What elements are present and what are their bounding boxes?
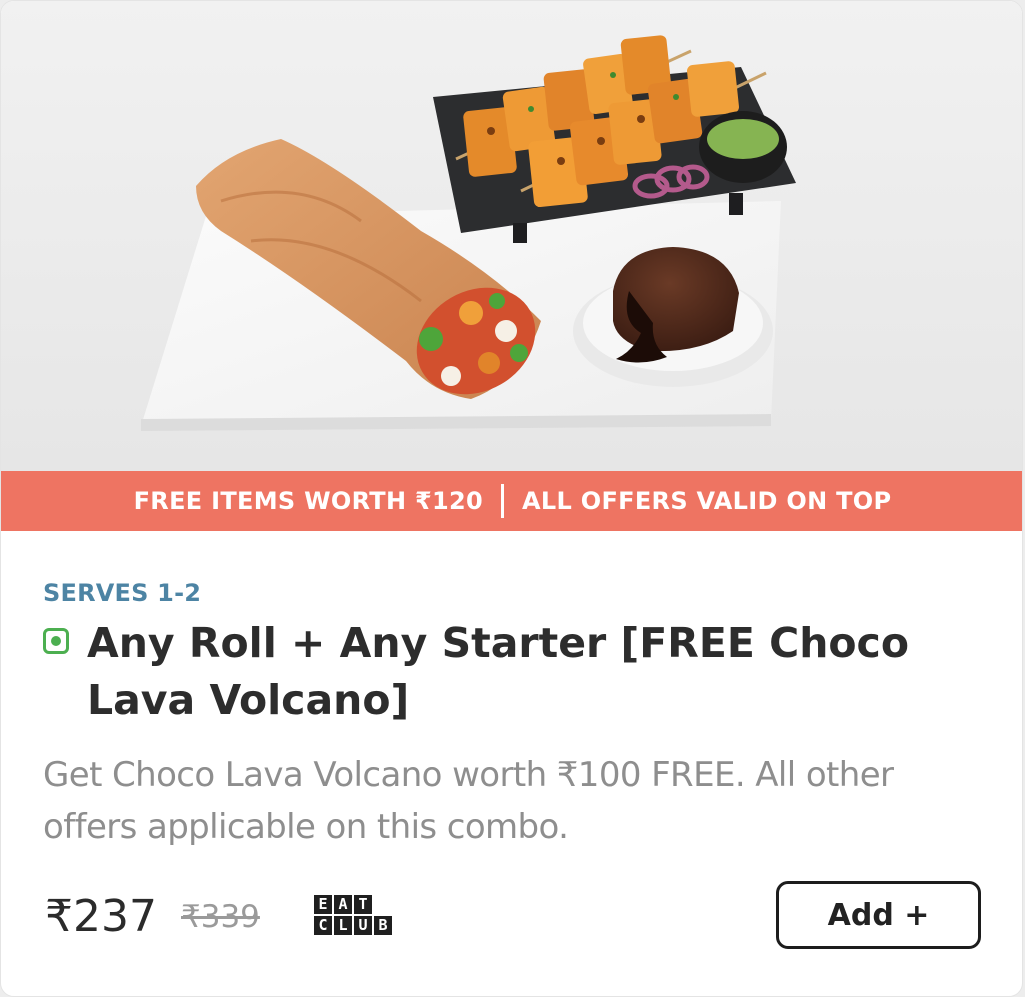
green-chutney — [707, 119, 779, 159]
eatclub-logo-row-top: E A T — [314, 895, 396, 914]
eatclub-logo: E A T C L U B — [314, 895, 396, 935]
food-illustration — [141, 35, 796, 431]
eatclub-logo-row-bottom: C L U B — [314, 916, 396, 935]
tray-leg — [729, 193, 743, 215]
eatclub-logo-letter: L — [334, 916, 352, 935]
eatclub-logo-letter: E — [314, 895, 332, 914]
eatclub-logo-letter: B — [374, 916, 392, 935]
tray-leg — [513, 223, 527, 243]
add-to-cart-button[interactable]: Add + — [776, 881, 981, 949]
eatclub-logo-letter: T — [354, 895, 372, 914]
banner-divider — [501, 484, 505, 518]
offer-banner-valid-on-top: ALL OFFERS VALID ON TOP — [522, 487, 892, 515]
combo-food-image — [1, 1, 1022, 471]
item-original-price: ₹339 — [181, 899, 260, 935]
combo-card[interactable]: FREE ITEMS WORTH ₹120 ALL OFFERS VALID O… — [0, 0, 1023, 997]
eatclub-logo-letter: C — [314, 916, 332, 935]
veg-indicator-icon — [43, 628, 69, 654]
eatclub-logo-letter: U — [354, 916, 372, 935]
eatclub-logo-letter: A — [334, 895, 352, 914]
serves-label: SERVES 1-2 — [43, 579, 202, 607]
offer-banner-free-items: FREE ITEMS WORTH ₹120 — [133, 487, 484, 515]
item-price: ₹237 — [45, 891, 157, 942]
offer-banner: FREE ITEMS WORTH ₹120 ALL OFFERS VALID O… — [1, 471, 1022, 531]
item-title: Any Roll + Any Starter [FREE Choco Lava … — [87, 619, 910, 724]
item-description: Get Choco Lava Volcano worth ₹100 FREE. … — [43, 755, 894, 847]
